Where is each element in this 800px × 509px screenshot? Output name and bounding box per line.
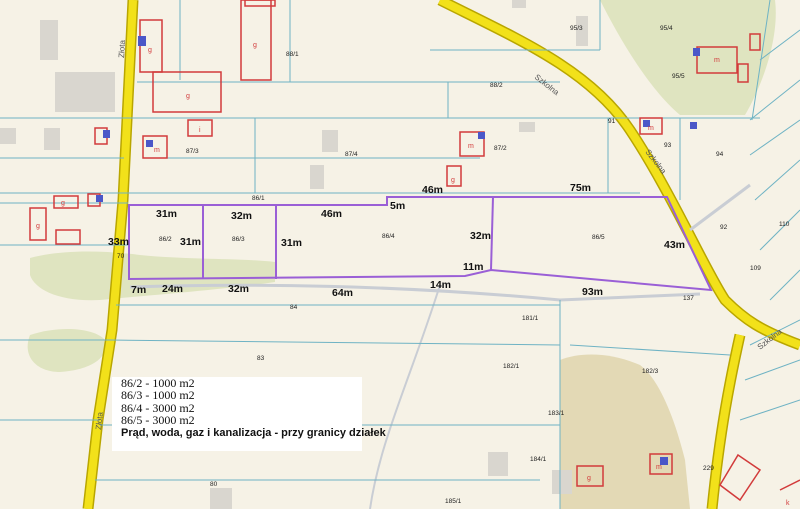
parcel-number: 182/1 [503,363,520,370]
measurement-label: 46m [321,208,342,220]
svg-text:m: m [656,464,662,471]
legend-line: 86/3 - 1000 m2 [121,388,195,403]
measurement-label: 31m [180,236,201,248]
parcel-number: 92 [720,224,728,231]
parcel-number: 87/3 [186,148,199,155]
street-name: Złota [94,411,105,430]
measurement-label: 5m [390,200,405,212]
parcel-number: 86/2 [159,236,172,243]
parcel-number: 70 [117,253,125,260]
parcel-number: 185/1 [445,498,462,505]
measurement-label: 24m [162,283,183,295]
parcel-number: 95/3 [570,25,583,32]
map-view[interactable]: 88/1 95/3 95/4 95/5 88/2 91 87/3 87/4 87… [0,0,800,509]
measurement-label: 31m [156,208,177,220]
parcel-number: 91 [608,118,616,125]
parcel-number: 110 [779,221,790,228]
parcel-number: 93 [664,142,672,149]
measurement-label: 32m [228,283,249,295]
svg-text:k: k [786,500,790,507]
measurement-label: 14m [430,279,451,291]
street-name: Złota [117,39,127,58]
measurement-label: 7m [131,284,146,296]
measurement-label: 75m [570,182,591,194]
svg-text:g: g [36,223,40,230]
parcel-number: 182/3 [642,368,659,375]
utility-icon [96,195,103,202]
legend-utilities: Prąd, woda, gaz i kanalizacja - przy gra… [121,426,386,439]
svg-text:g: g [587,475,591,482]
parcel-number: 184/1 [530,456,547,463]
parcel-number: 80 [210,481,218,488]
svg-text:m: m [714,57,720,64]
svg-text:m: m [154,147,160,154]
parcel-number: 86/3 [232,236,245,243]
parcel-number: 88/2 [490,82,503,89]
svg-text:g: g [148,47,152,54]
utility-icon [138,36,146,46]
parcel-number: 109 [750,265,761,272]
parcel-number: 95/5 [672,73,685,80]
svg-text:g: g [186,93,190,100]
parcel-number: 94 [716,151,724,158]
utility-icon [146,140,153,147]
parcel-number: 84 [290,304,298,311]
measurement-label: 46m [422,184,443,196]
parcel-number: 86/4 [382,233,395,240]
measurement-label: 43m [664,239,685,251]
measurement-label: 32m [470,230,491,242]
parcel-number: 87/4 [345,151,358,158]
svg-text:g: g [451,177,455,184]
svg-text:g: g [61,200,65,207]
parcel-number: 88/1 [286,51,299,58]
measurement-label: 32m [231,210,252,222]
svg-text:m: m [648,125,654,132]
svg-text:m: m [468,143,474,150]
measurement-label: 33m [108,236,129,248]
parcel-number: 95/4 [660,25,673,32]
measurement-label: 93m [582,286,603,298]
svg-text:g: g [253,42,257,49]
parcel-number: 83 [257,355,265,362]
parcel-number: 137 [683,295,694,302]
utility-icon [103,130,110,138]
measurement-label: 31m [281,237,302,249]
parcel-number: 181/1 [522,315,539,322]
measurement-label: 11m [463,261,483,273]
utility-icon [690,122,697,129]
parcel-number: 183/1 [548,410,565,417]
utility-icon [478,132,485,139]
legend-box: 86/2 - 1000 m2 86/3 - 1000 m2 86/4 - 300… [112,377,386,451]
utility-icon [693,48,700,56]
parcel-number: 229 [703,465,714,472]
parcel-number: 86/5 [592,234,605,241]
legend-line: 86/5 - 3000 m2 [121,413,195,428]
measurement-label: 64m [332,287,353,299]
parcel-number: 86/1 [252,195,265,202]
parcel-number: 87/2 [494,145,507,152]
